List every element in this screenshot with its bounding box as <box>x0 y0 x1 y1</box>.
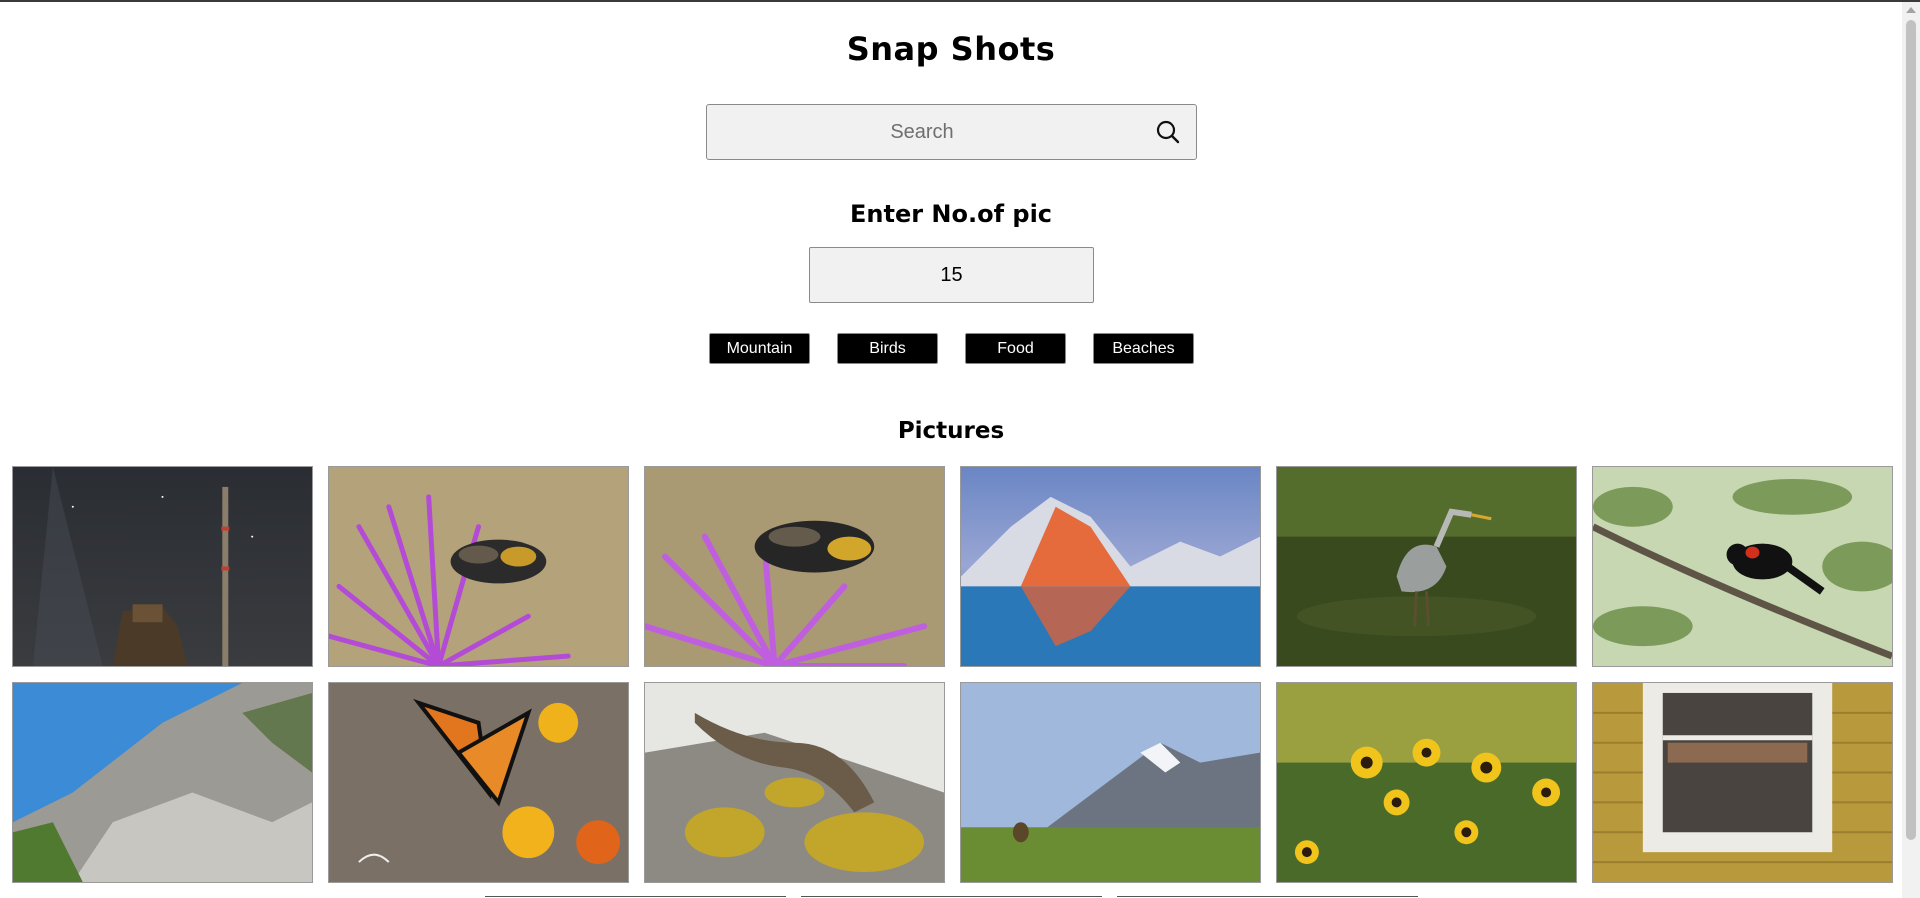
category-button-mountain[interactable]: Mountain <box>709 333 810 364</box>
search-button[interactable] <box>1154 118 1182 146</box>
photo-bee-on-thistle[interactable] <box>328 466 629 667</box>
gallery-heading: Pictures <box>897 418 1005 444</box>
search-icon <box>1156 120 1180 144</box>
category-buttons: Mountain Birds Food Beaches <box>709 333 1199 364</box>
vertical-scrollbar[interactable] <box>1902 2 1920 898</box>
photo-heron-in-water[interactable] <box>1276 466 1577 667</box>
count-label: Enter No.of pic <box>849 200 1053 228</box>
photo-rocky-cliff[interactable] <box>12 682 313 883</box>
page: Snap Shots Enter No.of pic Mountain Bird… <box>0 2 1902 898</box>
photo-old-window[interactable] <box>1592 682 1893 883</box>
search-input[interactable] <box>707 105 1137 159</box>
search-bar <box>706 104 1197 160</box>
category-button-birds[interactable]: Birds <box>837 333 938 364</box>
photo-bee-on-thistle-closeup[interactable] <box>644 466 945 667</box>
photo-black-eyed-susans[interactable] <box>1276 682 1577 883</box>
category-button-beaches[interactable]: Beaches <box>1093 333 1194 364</box>
page-title: Snap Shots <box>846 30 1056 68</box>
count-input[interactable] <box>809 247 1094 303</box>
scrollbar-thumb[interactable] <box>1906 20 1916 840</box>
photo-monarch-butterfly[interactable] <box>328 682 629 883</box>
photo-otter-on-rock[interactable] <box>644 682 945 883</box>
photo-mountain-lake-sunrise[interactable] <box>960 466 1261 667</box>
category-button-food[interactable]: Food <box>965 333 1066 364</box>
photo-red-winged-blackbird[interactable] <box>1592 466 1893 667</box>
photo-night-sky-tower[interactable] <box>12 466 313 667</box>
photo-marmot-meadow[interactable] <box>960 682 1261 883</box>
scroll-up-arrow-icon[interactable] <box>1906 7 1916 13</box>
